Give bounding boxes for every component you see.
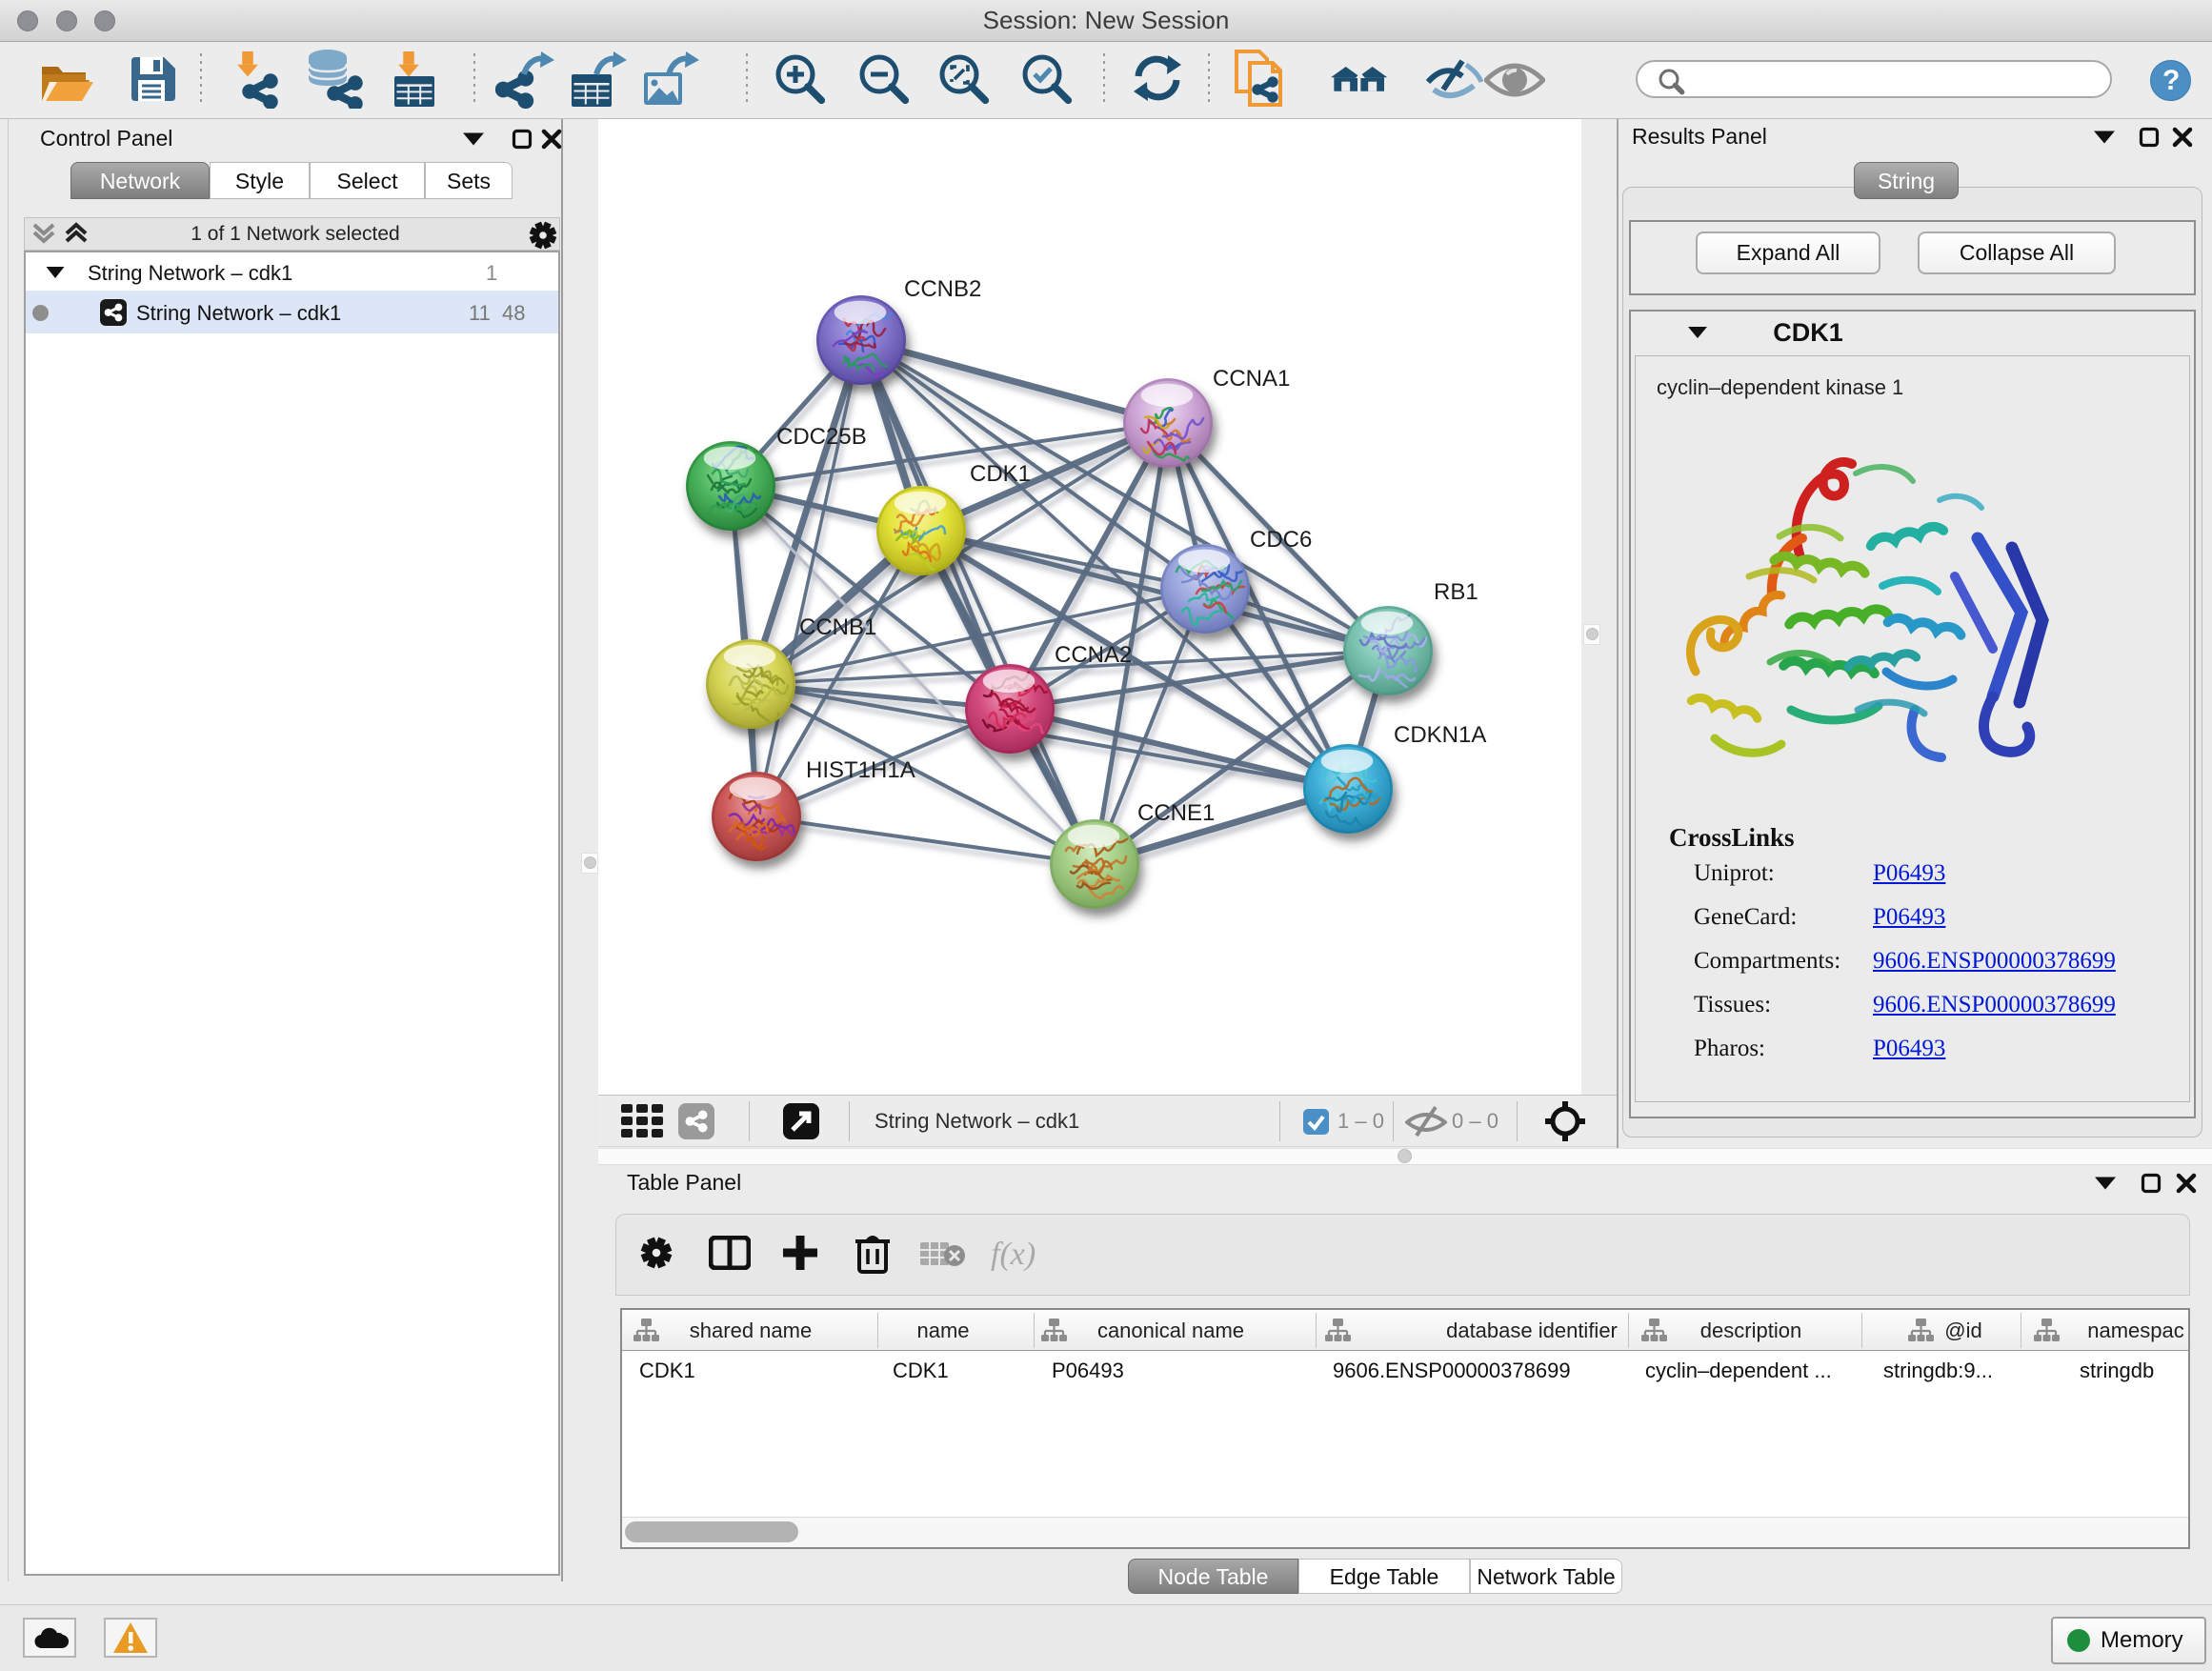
svg-text:HIST1H1A: HIST1H1A	[806, 757, 915, 783]
svg-text:CCNA2: CCNA2	[1055, 642, 1132, 668]
svg-text:RB1: RB1	[1434, 579, 1478, 605]
svg-text:CDC25B: CDC25B	[776, 424, 867, 450]
svg-text:CCNA1: CCNA1	[1213, 366, 1290, 392]
svg-text:CDK1: CDK1	[970, 461, 1031, 487]
svg-text:CDKN1A: CDKN1A	[1394, 722, 1486, 748]
svg-text:CCNB1: CCNB1	[799, 614, 876, 640]
svg-text:CCNB2: CCNB2	[904, 276, 981, 302]
svg-text:CCNE1: CCNE1	[1137, 800, 1215, 826]
svg-text:CDC6: CDC6	[1250, 527, 1312, 553]
